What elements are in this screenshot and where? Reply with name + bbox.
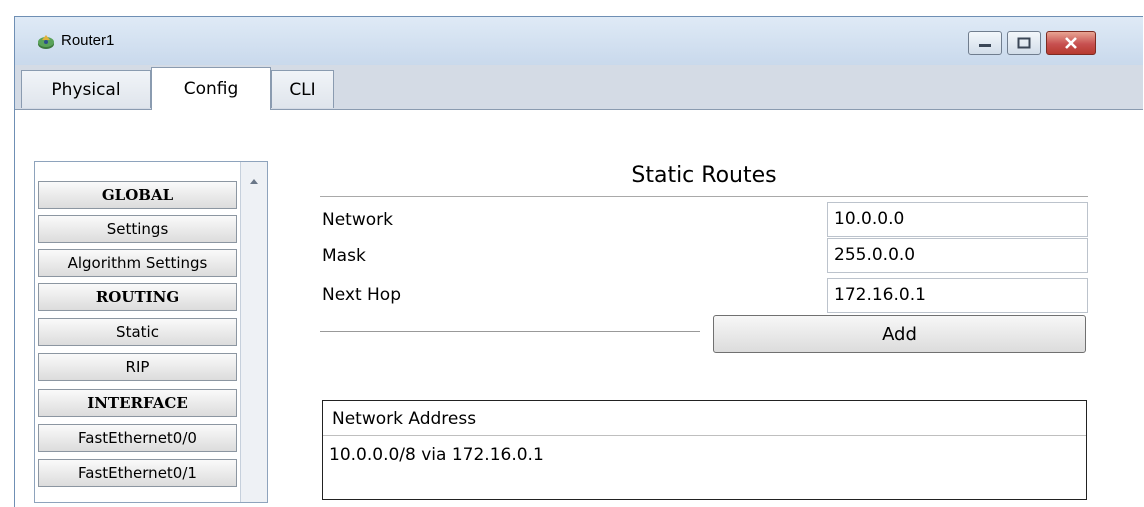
sidebar-header-global[interactable]: GLOBAL xyxy=(38,181,237,209)
sidebar-item-label: Settings xyxy=(106,220,169,238)
tab-label: Physical xyxy=(51,79,121,100)
add-button[interactable]: Add xyxy=(713,315,1086,353)
sidebar-item-static[interactable]: Static xyxy=(38,318,237,346)
mask-value: 255.0.0.0 xyxy=(834,245,916,265)
next-hop-label: Next Hop xyxy=(322,285,401,305)
sidebar-item-label: Algorithm Settings xyxy=(67,254,208,272)
next-hop-input[interactable]: 172.16.0.1 xyxy=(827,278,1088,313)
sidebar-header-routing[interactable]: ROUTING xyxy=(38,283,237,311)
add-button-label: Add xyxy=(882,323,917,345)
sidebar-item-settings[interactable]: Settings xyxy=(38,215,237,243)
minimize-icon xyxy=(978,38,992,48)
tab-strip: Physical Config CLI xyxy=(15,65,1143,110)
title-divider xyxy=(320,196,1088,197)
sidebar-item-label: Static xyxy=(116,323,159,341)
mask-input[interactable]: 255.0.0.0 xyxy=(827,238,1088,273)
close-button[interactable] xyxy=(1046,31,1096,55)
title-bar[interactable]: Router1 xyxy=(15,17,1143,65)
tab-cli[interactable]: CLI xyxy=(271,70,334,108)
page-title: Static Routes xyxy=(631,163,777,188)
sidebar-item-label: RIP xyxy=(125,358,150,376)
mask-label: Mask xyxy=(322,246,366,266)
tab-label: Config xyxy=(183,79,239,99)
maximize-button[interactable] xyxy=(1007,31,1041,55)
sidebar-item-label: FastEthernet0/1 xyxy=(78,464,197,482)
window-title: Router1 xyxy=(61,32,115,49)
sidebar-item-label: INTERFACE xyxy=(87,394,188,412)
chevron-up-icon[interactable] xyxy=(249,170,259,189)
close-icon xyxy=(1064,37,1078,49)
tab-label: CLI xyxy=(289,79,316,100)
minimize-button[interactable] xyxy=(968,31,1002,55)
network-label: Network xyxy=(322,210,393,230)
sidebar-item-algorithm-settings[interactable]: Algorithm Settings xyxy=(38,249,237,277)
form-divider xyxy=(320,331,700,332)
maximize-icon xyxy=(1017,37,1031,49)
sidebar-item-rip[interactable]: RIP xyxy=(38,353,237,381)
sidebar-item-fastethernet0-0[interactable]: FastEthernet0/0 xyxy=(38,424,237,452)
sidebar-scrollbar[interactable] xyxy=(240,162,267,502)
network-input[interactable]: 10.0.0.0 xyxy=(827,202,1088,237)
sidebar-item-fastethernet0-1[interactable]: FastEthernet0/1 xyxy=(38,459,237,487)
table-header: Network Address xyxy=(323,401,1086,436)
next-hop-value: 172.16.0.1 xyxy=(834,285,926,305)
table-row[interactable]: 10.0.0.0/8 via 172.16.0.1 xyxy=(329,445,544,465)
sidebar-header-interface[interactable]: INTERFACE xyxy=(38,389,237,417)
config-sidebar: GLOBAL Settings Algorithm Settings ROUTI… xyxy=(34,161,268,503)
sidebar-item-label: ROUTING xyxy=(95,288,180,306)
router-icon xyxy=(36,32,56,50)
tab-config[interactable]: Config xyxy=(151,67,271,110)
sidebar-item-label: FastEthernet0/0 xyxy=(78,429,197,447)
routes-table[interactable]: Network Address 10.0.0.0/8 via 172.16.0.… xyxy=(322,400,1087,500)
network-value: 10.0.0.0 xyxy=(834,209,905,229)
tab-physical[interactable]: Physical xyxy=(21,70,151,108)
sidebar-item-label: GLOBAL xyxy=(101,186,174,204)
